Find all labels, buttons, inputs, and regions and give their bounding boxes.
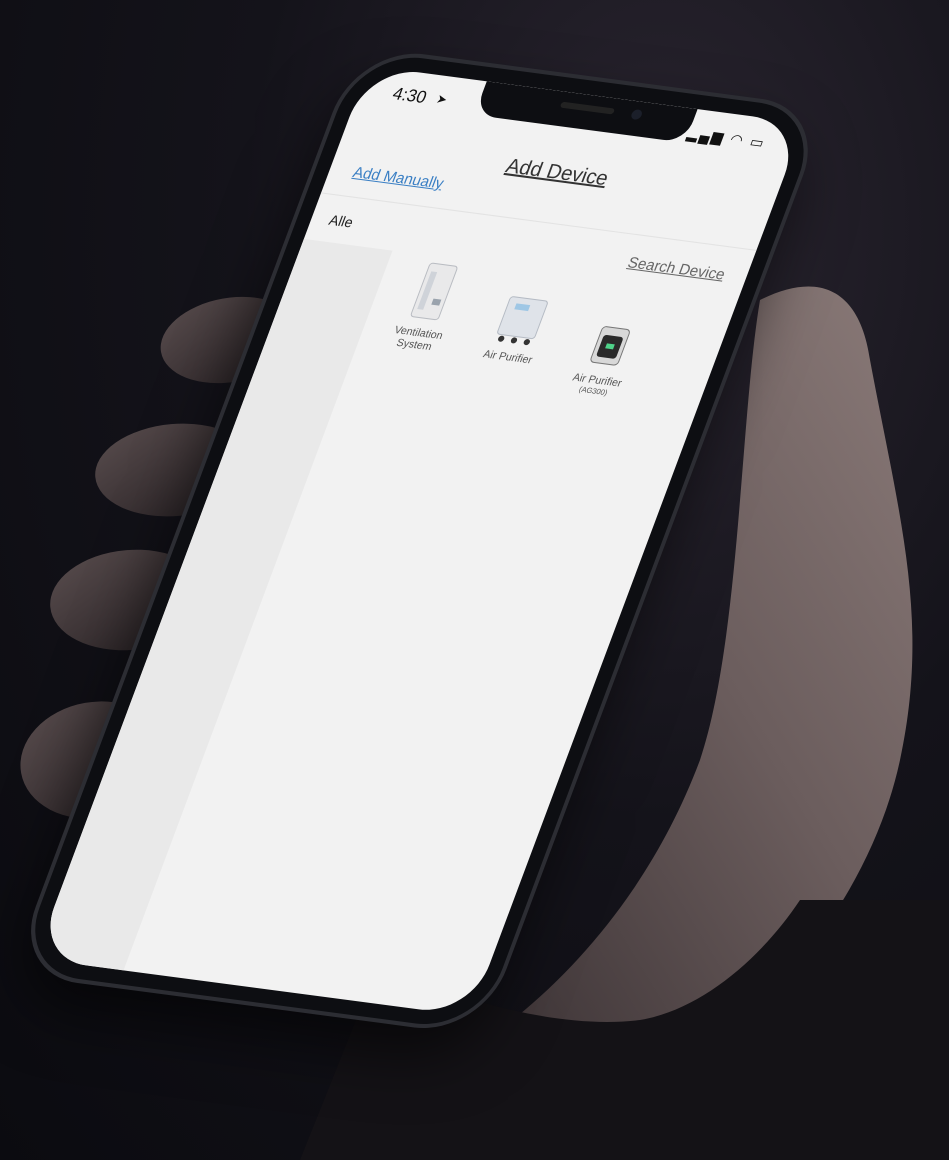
- location-arrow-icon: ➤: [434, 91, 450, 107]
- compact-air-purifier-icon: [590, 326, 630, 366]
- speaker-grille: [559, 101, 616, 115]
- category-sidebar: [34, 238, 393, 971]
- phone-device: 4:30 ➤ ▂▄▆ ◠ ▭ Add Device Add Manually A…: [0, 0, 949, 1160]
- search-device-link[interactable]: Search Device: [625, 254, 727, 284]
- battery-icon: ▭: [747, 133, 769, 151]
- phone-notch: [474, 81, 698, 143]
- front-camera: [629, 108, 644, 121]
- cellular-signal-icon: ▂▄▆: [685, 124, 728, 146]
- status-icons: ▂▄▆ ◠ ▭: [685, 124, 769, 152]
- ventilation-unit-icon: [410, 262, 458, 321]
- app-screen: 4:30 ➤ ▂▄▆ ◠ ▭ Add Device Add Manually A…: [34, 65, 804, 1017]
- phone-frame: 4:30 ➤ ▂▄▆ ◠ ▭ Add Device Add Manually A…: [15, 50, 823, 1032]
- wifi-icon: ◠: [727, 130, 748, 149]
- device-label: Air Purifier: [481, 348, 535, 367]
- air-purifier-icon: [497, 296, 548, 346]
- category-tab-alle[interactable]: Alle: [327, 212, 356, 231]
- status-time: 4:30: [389, 83, 430, 108]
